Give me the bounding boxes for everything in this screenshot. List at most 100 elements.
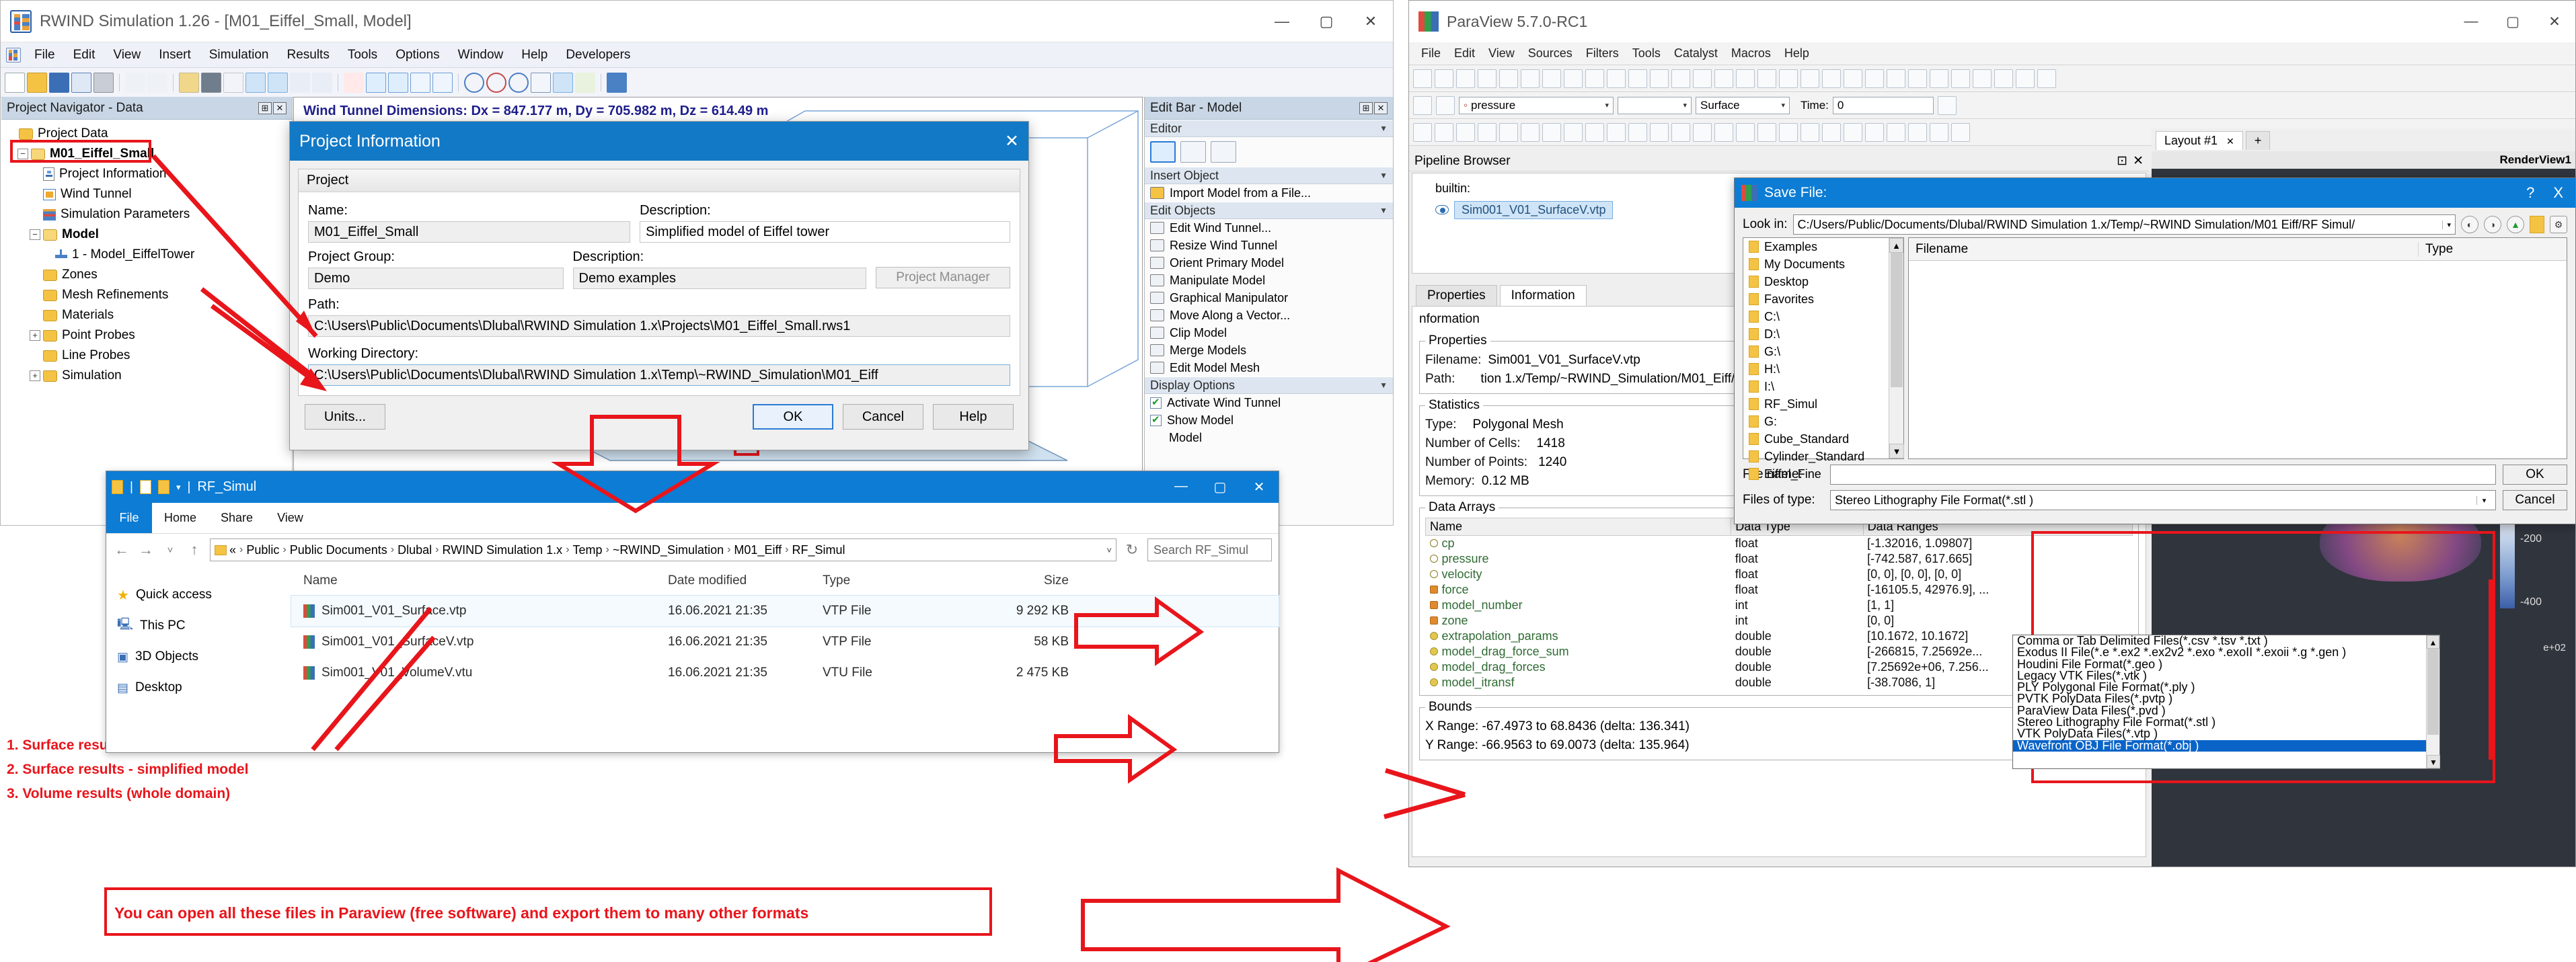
chevron-down-icon[interactable]: ▼ <box>1379 124 1388 133</box>
component-combo[interactable]: ▾ <box>1618 96 1692 114</box>
edit-bar-group-insert-object[interactable]: Insert Object ▼ <box>1145 167 1393 184</box>
chevron-down-icon[interactable]: ▼ <box>1379 380 1388 390</box>
pan-icon[interactable] <box>366 72 386 93</box>
minimize-button[interactable]: — <box>2450 13 2492 30</box>
chevron-down-icon[interactable]: ˅ <box>1106 545 1112 555</box>
tree-item-wind-tunnel[interactable]: Wind Tunnel <box>5 184 292 204</box>
tree-item-zones[interactable]: Zones <box>5 265 292 285</box>
scroll-thumb[interactable] <box>2427 649 2439 735</box>
up-button[interactable]: ↑ <box>186 541 203 559</box>
menu-window[interactable]: Window <box>449 45 513 65</box>
project-manager-button[interactable]: Project Manager <box>876 267 1010 288</box>
toolbar-button-2-13[interactable] <box>1671 122 1690 142</box>
time-stepper-icon[interactable] <box>1937 95 1957 115</box>
description2-input[interactable]: Demo examples <box>572 268 866 289</box>
project-icon[interactable] <box>71 72 91 93</box>
pv-menu-tools[interactable]: Tools <box>1626 44 1667 63</box>
tree-expander[interactable]: + <box>30 330 40 341</box>
pv-menu-sources[interactable]: Sources <box>1521 44 1579 63</box>
scroll-thumb[interactable] <box>1891 253 1903 387</box>
column-date-modified[interactable]: Date modified <box>668 573 823 588</box>
ribbon-tab-file[interactable]: File <box>106 503 152 533</box>
array-select-combo[interactable]: ◦ pressure ▾ <box>1459 96 1614 114</box>
toolbar-button-1-13[interactable] <box>1671 69 1690 88</box>
close-icon[interactable]: ✕ <box>273 102 287 114</box>
place-item[interactable]: RF_Simul <box>1743 395 1903 413</box>
breadcrumb-segment[interactable]: RF_Simul <box>792 543 845 557</box>
edit-object-move-along-a-vector[interactable]: Move Along a Vector... <box>1145 307 1393 324</box>
places-list[interactable]: Examples My Documents Desktop Favorites C:\ D… <box>1743 237 1904 481</box>
chevron-down-icon[interactable]: ▾ <box>1599 101 1609 110</box>
grid-icon[interactable] <box>223 72 243 93</box>
minimize-button[interactable]: — <box>1162 479 1201 495</box>
toolbar-button-1-8[interactable] <box>1564 69 1583 88</box>
toolbar-button-2-19[interactable] <box>1801 122 1819 142</box>
working-directory-input[interactable]: C:\Users\Public\Documents\Dlubal\RWIND S… <box>308 364 1010 386</box>
place-item[interactable]: I:\ <box>1743 378 1903 395</box>
toolbar-button-1-27[interactable] <box>1973 69 1992 88</box>
pv-menu-file[interactable]: File <box>1414 44 1447 63</box>
toolbar-button-2-7[interactable] <box>1542 122 1561 142</box>
ribbon-tab-share[interactable]: Share <box>209 503 265 533</box>
toolbar-button-1-25[interactable] <box>1930 69 1948 88</box>
toolbar-button-1-18[interactable] <box>1779 69 1798 88</box>
maximize-button[interactable]: ▢ <box>1201 479 1240 495</box>
back-button[interactable]: ← <box>113 541 130 559</box>
save-icon[interactable] <box>49 72 69 93</box>
files-of-type-combo[interactable]: Stereo Lithography File Format(*.stl ) ▾ <box>1830 490 2496 510</box>
breadcrumb-segment[interactable]: ~RWIND_Simulation <box>613 543 724 557</box>
edit-bar-group-edit-objects[interactable]: Edit Objects ▼ <box>1145 202 1393 219</box>
render-shaded-icon[interactable] <box>312 72 332 93</box>
chevron-down-icon[interactable]: ▾ <box>176 482 181 493</box>
pin-icon[interactable]: ⊞ <box>258 102 272 114</box>
chevron-down-icon[interactable]: ▾ <box>1677 101 1687 110</box>
model-object-button[interactable] <box>1180 141 1206 163</box>
toolbar-button-1-12[interactable] <box>1650 69 1669 88</box>
close-icon[interactable]: ✕ <box>1374 102 1388 114</box>
scroll-down-arrow[interactable]: ▼ <box>2427 755 2440 768</box>
look-in-combo[interactable]: C:/Users/Public/Documents/Dlubal/RWIND S… <box>1792 214 2456 235</box>
rotate-icon[interactable] <box>464 72 484 93</box>
file-listing[interactable]: Filename Type <box>1908 237 2567 459</box>
description1-input[interactable]: Simplified model of Eiffel tower <box>640 221 1010 243</box>
pv-menu-edit[interactable]: Edit <box>1447 44 1482 63</box>
name-input[interactable]: M01_Eiffel_Small <box>308 221 631 243</box>
toolbar-button-2-21[interactable] <box>1844 122 1862 142</box>
back-icon[interactable]: ◐ <box>2461 216 2478 233</box>
cancel-button[interactable]: Cancel <box>2503 490 2567 510</box>
toolbar-button-2-23[interactable] <box>1887 122 1905 142</box>
place-item[interactable]: Cube_Standard <box>1743 430 1903 448</box>
view-eye-icon[interactable] <box>508 72 529 93</box>
edit-bar-group-editor[interactable]: Editor ▼ <box>1145 120 1393 137</box>
breadcrumb-segment[interactable]: Public <box>246 543 279 557</box>
menu-edit[interactable]: Edit <box>65 45 104 65</box>
pv-menu-filters[interactable]: Filters <box>1579 44 1626 63</box>
recent-locations-button[interactable]: ˅ <box>161 545 179 556</box>
units-button[interactable]: Units... <box>305 404 385 430</box>
redo-icon[interactable] <box>1436 95 1455 115</box>
toolbar-button-2-12[interactable] <box>1650 122 1669 142</box>
sidebar-item-this-pc[interactable]: 🖳 This PC <box>117 610 291 641</box>
breadcrumb-segment[interactable]: Public Documents <box>290 543 387 557</box>
tree-item-project-information[interactable]: Project Information <box>5 164 292 184</box>
up-icon[interactable]: ▲ <box>2507 216 2524 233</box>
close-button[interactable]: ✕ <box>1349 1 1393 42</box>
maximize-button[interactable]: ▢ <box>1304 1 1349 42</box>
toolbar-button-1-20[interactable] <box>1822 69 1841 88</box>
toolbar-button-2-11[interactable] <box>1628 122 1647 142</box>
ok-button[interactable]: OK <box>753 404 833 430</box>
data-array-row[interactable]: zone int [0, 0] <box>1426 613 2133 629</box>
toolbar-button-2-10[interactable] <box>1607 122 1626 142</box>
toolbar-button-2-15[interactable] <box>1714 122 1733 142</box>
breadcrumb-segment[interactable]: Temp <box>573 543 603 557</box>
menu-help[interactable]: Help <box>513 45 556 65</box>
breadcrumb-segment[interactable]: « <box>229 543 236 557</box>
forward-button[interactable]: → <box>137 541 155 559</box>
toolbar-button-2-17[interactable] <box>1757 122 1776 142</box>
toolbar-button-1-1[interactable] <box>1413 69 1432 88</box>
breadcrumb-segment[interactable]: RWIND Simulation 1.x <box>442 543 562 557</box>
toolbar-button-1-24[interactable] <box>1908 69 1927 88</box>
data-array-row[interactable]: cp float [-1.32016, 1.09807] <box>1426 536 2133 552</box>
toolbar-button-1-21[interactable] <box>1844 69 1862 88</box>
print-icon[interactable] <box>93 72 114 93</box>
